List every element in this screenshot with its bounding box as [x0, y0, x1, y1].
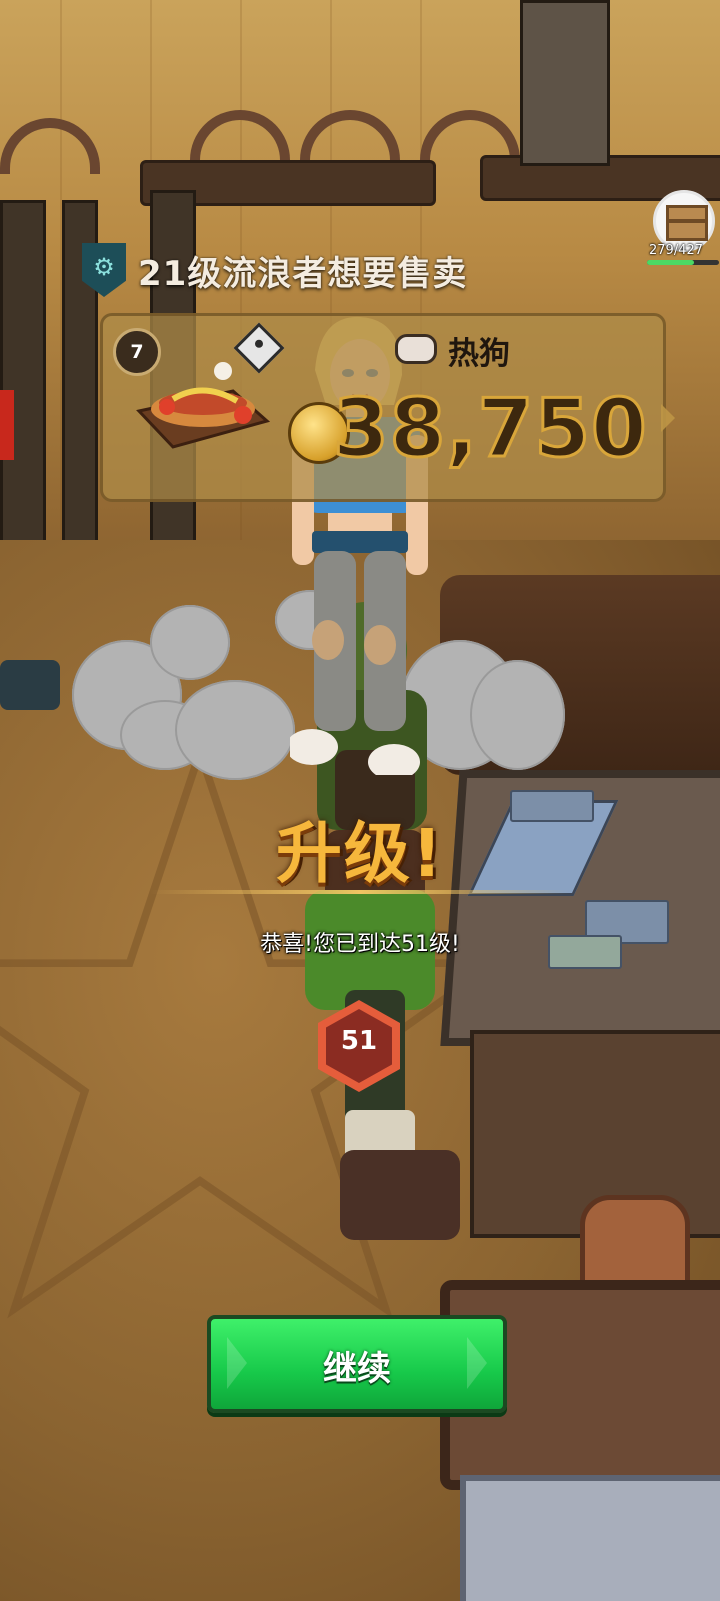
- offer-price: 38,750: [332, 381, 649, 477]
- metal-crate: [460, 1475, 720, 1601]
- level-badge: 51: [318, 1000, 400, 1092]
- level-up-divider: [150, 890, 570, 894]
- item-name: 热狗: [448, 336, 510, 372]
- chest-progress-bar: [647, 260, 719, 265]
- window-frame: [520, 0, 610, 166]
- smoke-puff: [470, 660, 565, 770]
- chest-count: 279/427: [649, 243, 704, 258]
- level-number: 51: [340, 1026, 378, 1056]
- level-up-title: 升级!: [275, 815, 445, 892]
- hotdog-icon: [136, 362, 271, 449]
- customer-title: 21级流浪者想要售卖: [138, 253, 468, 294]
- left-prop: [0, 660, 60, 710]
- meat-tag-icon: [395, 334, 437, 364]
- level-up-message: 恭喜!您已到达51级!: [260, 932, 460, 957]
- brass-knuckles-icon: ⚙: [82, 243, 126, 297]
- smoke-puff: [150, 605, 230, 680]
- chest-progress-fill: [647, 260, 694, 265]
- continue-label: 继续: [323, 1349, 391, 1389]
- continue-button[interactable]: 继续: [207, 1315, 507, 1413]
- customer-header: ⚙ 21级流浪者想要售卖: [82, 240, 467, 300]
- left-prop: [0, 390, 14, 460]
- card-pointer: [661, 404, 675, 432]
- offer-card[interactable]: 7 热狗 38,750: [100, 313, 675, 502]
- chest-hud[interactable]: 279/427: [647, 190, 719, 265]
